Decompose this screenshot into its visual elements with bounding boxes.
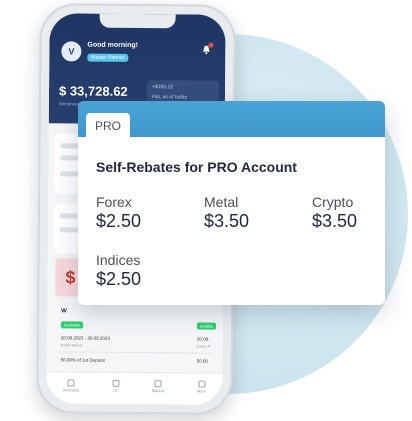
rebate-item-forex: Forex $2.50 — [96, 194, 141, 232]
rebate-item-metal: Metal $3.50 — [204, 194, 249, 232]
status-badge: Master Partner — [87, 53, 129, 62]
deposit-text: 50.00% of 1st Deposit — [60, 357, 105, 363]
rebate-label: Metal — [204, 194, 239, 210]
tab-label: More — [196, 388, 207, 394]
available-pill: Available — [60, 321, 84, 329]
rebate-item-indices: Indices $2.50 — [96, 252, 141, 290]
rebate-label: Indices — [96, 252, 141, 268]
period-caption: Comm Period — [60, 343, 83, 348]
account-tabbar: PRO — [78, 101, 385, 137]
rebate-label: Forex — [96, 194, 132, 210]
section-title: W — [61, 308, 67, 315]
tab-label: Market — [151, 388, 165, 394]
card-title: Self-Rebates for PRO Account — [96, 159, 297, 175]
rebate-value: $2.50 — [96, 269, 142, 289]
tab-market[interactable]: Market — [152, 380, 164, 393]
accounts-icon — [67, 379, 75, 387]
balance-amount: $ 33,728.62 — [58, 83, 128, 99]
market-icon — [154, 380, 162, 388]
period-text: 20.08.2023 - 30.09.2023 — [60, 335, 110, 341]
phone-notch — [99, 13, 176, 29]
rebate-label: Crypto — [312, 194, 354, 210]
period-caption: Comm P — [196, 344, 211, 349]
pnl-caption: P&L as of today — [151, 94, 188, 101]
period-text: 20.08. — [196, 336, 210, 342]
rebate-card: PRO Self-Rebates for PRO Account Forex $… — [78, 101, 385, 305]
le-icon — [112, 379, 120, 387]
divider — [56, 351, 213, 354]
rebate-value: $3.50 — [312, 211, 358, 231]
deposit-text: 50.00 — [196, 358, 208, 364]
pnl-value: +$105.12 — [152, 84, 174, 91]
tab-label: Accounts — [62, 387, 80, 393]
tab-more[interactable]: More — [196, 380, 207, 394]
rebate-value: $2.50 — [96, 211, 142, 231]
menu-icon — [197, 380, 206, 388]
avatar[interactable]: V — [61, 41, 82, 62]
rebate-value: $3.50 — [204, 211, 250, 231]
tab-accounts[interactable]: Accounts — [62, 379, 80, 393]
rebate-item-crypto: Crypto $3.50 — [312, 194, 357, 232]
tab-label: LE — [113, 387, 119, 393]
tab-pro[interactable]: PRO — [86, 113, 130, 137]
available-pill: Avaible — [196, 322, 217, 330]
notification-dot — [208, 42, 214, 48]
bottom-tabbar: Accounts LE Market More — [46, 371, 223, 405]
tab-le[interactable]: LE — [112, 379, 120, 393]
greeting-text: Good morning! — [87, 41, 139, 50]
